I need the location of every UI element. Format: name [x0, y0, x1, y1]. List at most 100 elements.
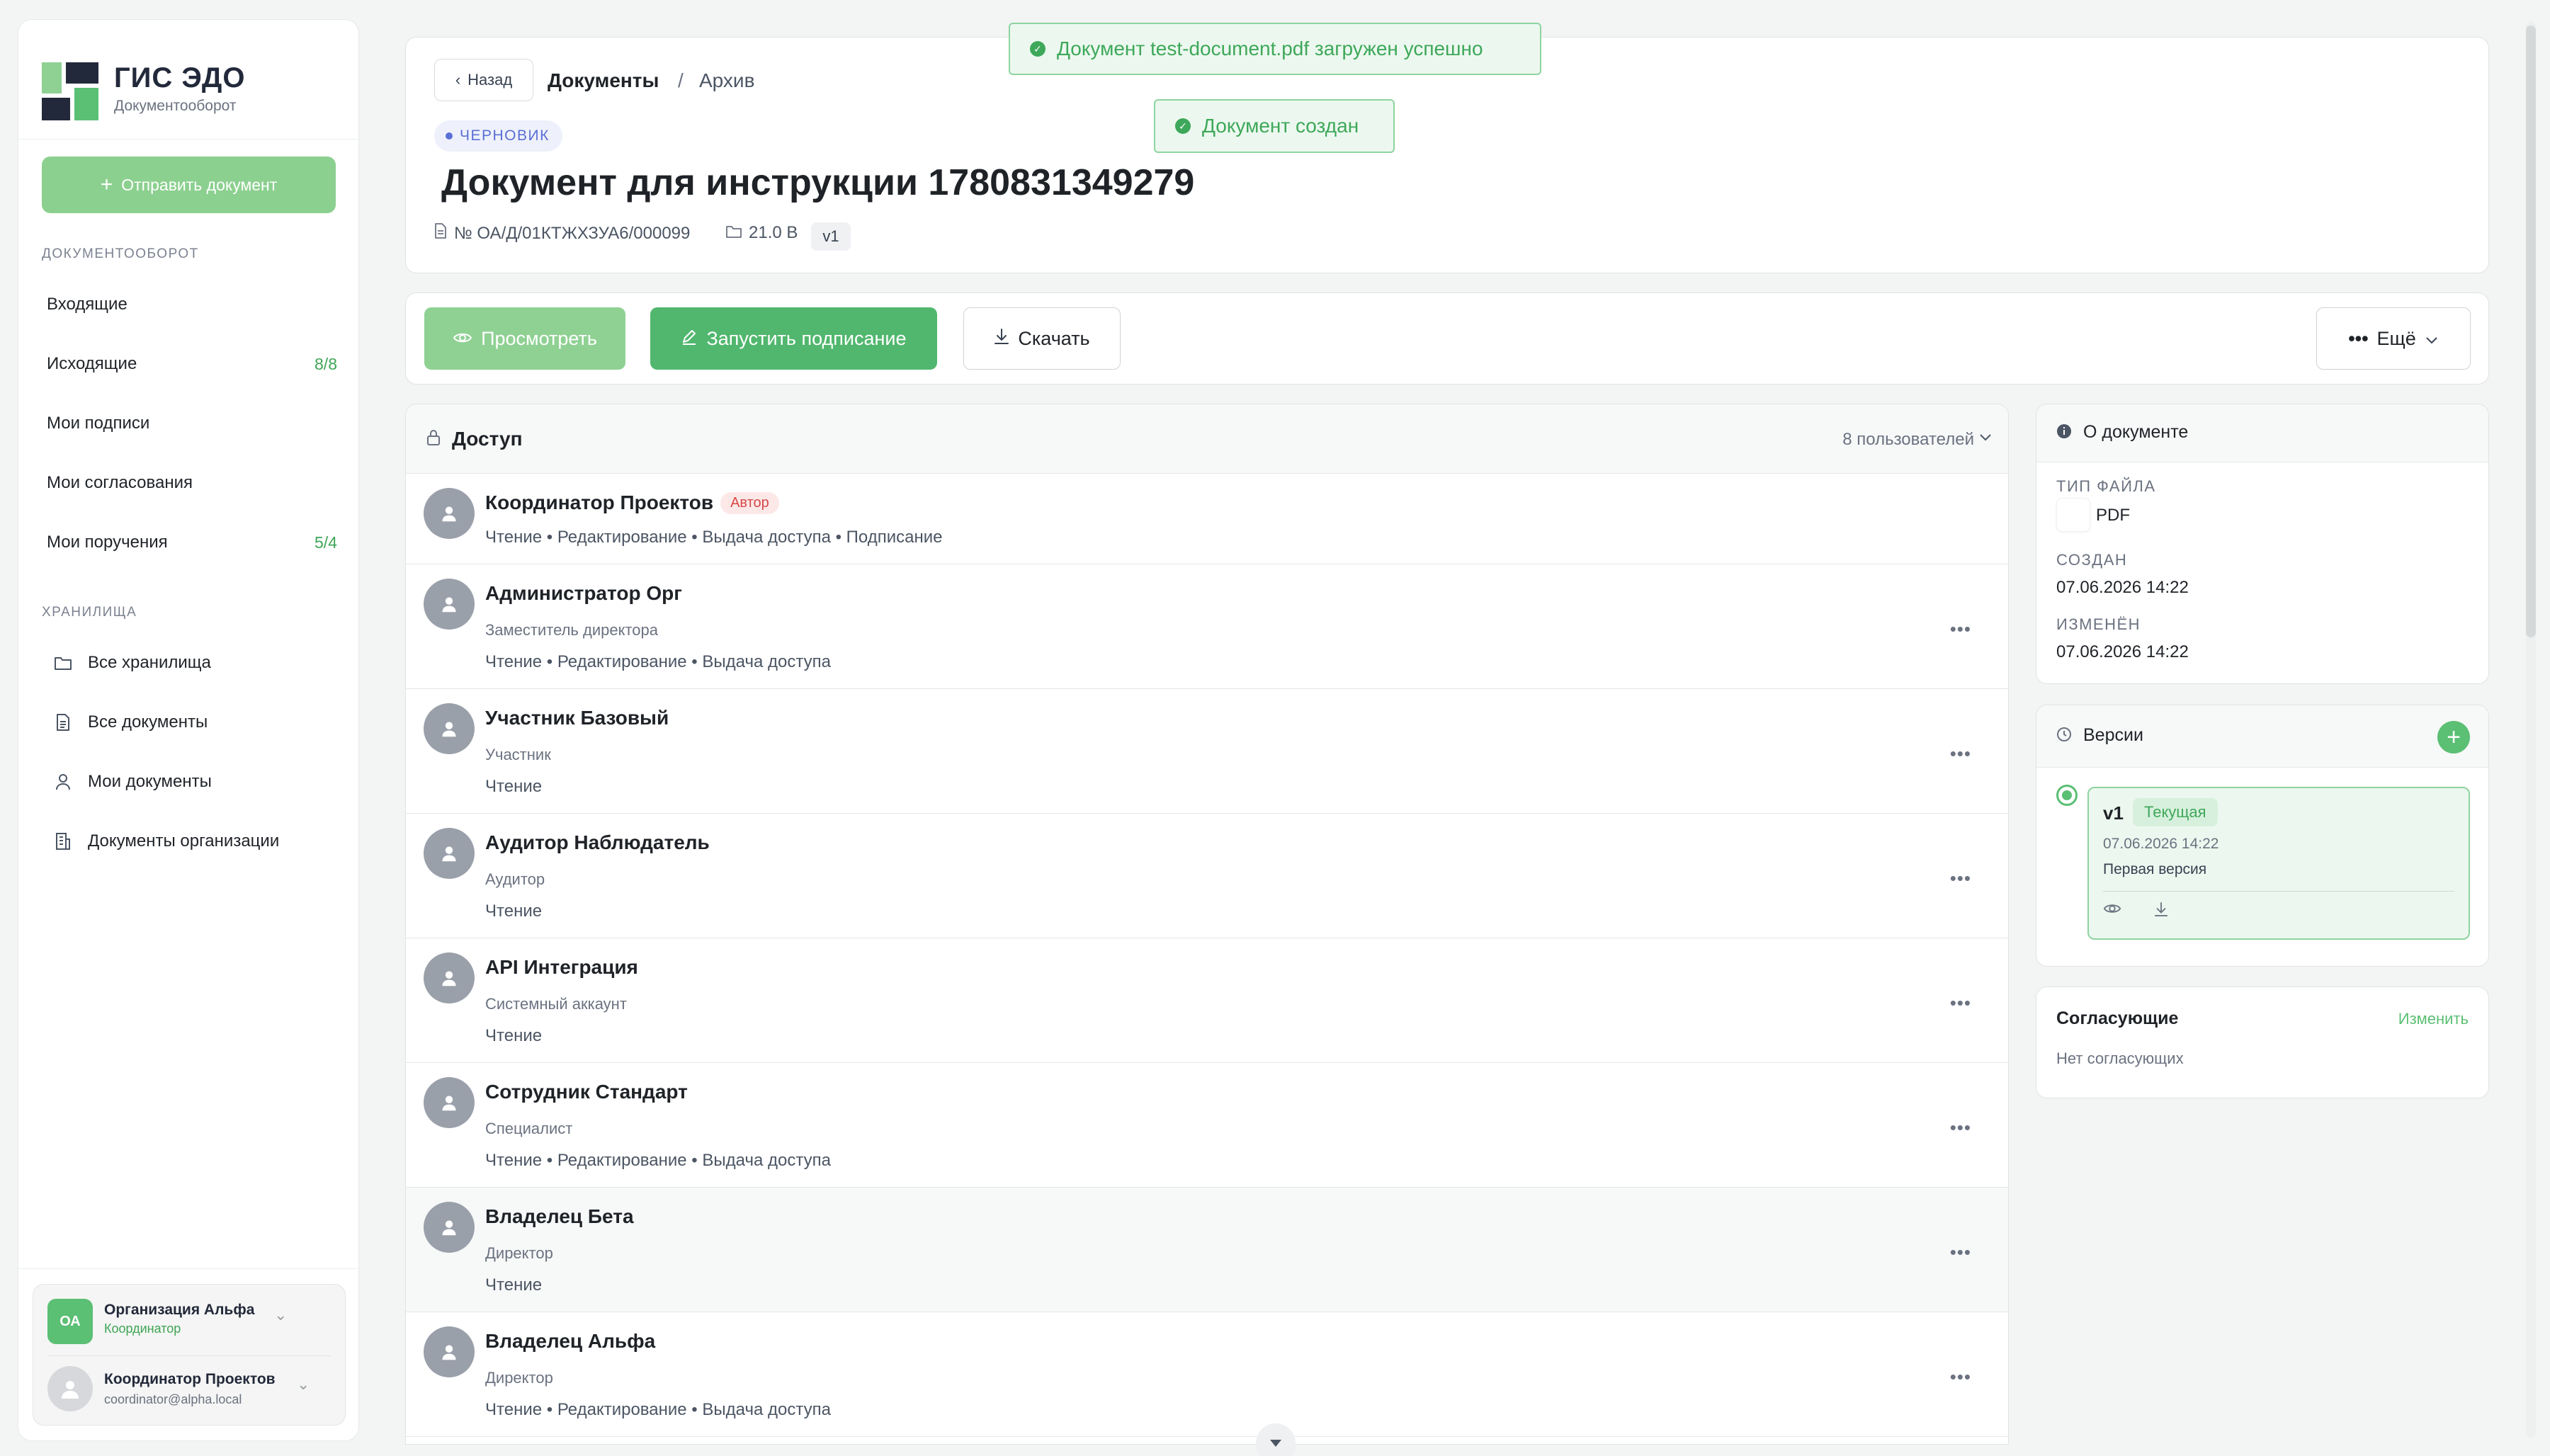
- user-icon: [442, 722, 456, 737]
- edit-approvers-link[interactable]: Изменить: [2398, 1010, 2469, 1028]
- version-card[interactable]: v1 Текущая 07.06.2026 14:22 Первая верси…: [2087, 787, 2470, 940]
- access-user-name: Администратор Орг: [485, 582, 682, 605]
- clock-icon: [2056, 727, 2072, 746]
- download-icon[interactable]: [2154, 902, 2168, 921]
- send-document-label: Отправить документ: [121, 175, 278, 194]
- row-menu-icon[interactable]: •••: [1950, 1117, 1971, 1139]
- brand[interactable]: ГИС ЭДО Документооборот: [42, 41, 339, 120]
- row-menu-icon[interactable]: •••: [1950, 992, 1971, 1014]
- download-button[interactable]: Скачать: [963, 307, 1121, 370]
- breadcrumb-archive[interactable]: Архив: [699, 69, 754, 92]
- sidebar-item-my-approvals[interactable]: Мои согласования: [47, 462, 337, 504]
- user-icon: [442, 1096, 456, 1111]
- sidebar-item-my-documents[interactable]: Мои документы: [52, 761, 343, 803]
- row-menu-icon[interactable]: •••: [1950, 743, 1971, 765]
- versions-header: Версии +: [2036, 705, 2488, 768]
- created-label: СОЗДАН: [2056, 551, 2128, 569]
- version-badge: v1: [811, 222, 851, 251]
- sidebar-item-all-storages[interactable]: Все хранилища: [52, 642, 343, 684]
- sidebar-item-label: Все документы: [88, 712, 208, 732]
- access-user-name: Аудитор Наблюдатель: [485, 831, 710, 854]
- toast-document-created[interactable]: ✓ Документ создан: [1154, 99, 1395, 153]
- chevron-down-icon: ⌄: [297, 1375, 310, 1393]
- access-row[interactable]: Сотрудник Стандарт Специалист Чтение • Ред…: [406, 1063, 2008, 1188]
- pdf-file-icon: [2056, 498, 2090, 532]
- view-button[interactable]: Просмотреть: [424, 307, 625, 370]
- access-user-name-text: Владелец Бета: [485, 1205, 634, 1227]
- sidebar-item-my-tasks[interactable]: Мои поручения 5/4: [47, 521, 337, 564]
- about-title: О документе: [2083, 422, 2189, 442]
- row-menu-icon[interactable]: •••: [1950, 868, 1971, 889]
- row-menu-icon[interactable]: •••: [1950, 1241, 1971, 1263]
- eye-icon[interactable]: [2103, 902, 2121, 919]
- account-panel: ОА Организация Альфа Координатор ⌄ Коорд…: [33, 1284, 346, 1426]
- access-row[interactable]: Аудитор Наблюдатель Аудитор Чтение •••: [406, 814, 2008, 938]
- scrollbar-thumb[interactable]: [2526, 25, 2536, 637]
- access-user-name-text: Администратор Орг: [485, 582, 682, 604]
- access-user-name: Координатор Проектов Автор: [485, 491, 779, 514]
- access-panel: Доступ 8 пользователей Координатор Проек…: [405, 404, 2009, 1445]
- sidebar-item-label: Мои согласования: [47, 473, 193, 492]
- author-badge: Автор: [720, 492, 779, 514]
- breadcrumb-documents[interactable]: Документы: [548, 69, 659, 92]
- row-menu-icon[interactable]: •••: [1950, 1366, 1971, 1388]
- version-radio[interactable]: [2056, 785, 2078, 806]
- access-user-name-text: API Интеграция: [485, 956, 638, 978]
- action-bar: Просмотреть Запустить подписание Скачать…: [405, 292, 2489, 385]
- version-description: Первая версия: [2103, 861, 2207, 877]
- access-header[interactable]: Доступ 8 пользователей: [406, 404, 2008, 474]
- info-icon: [2056, 423, 2072, 443]
- add-version-button[interactable]: +: [2437, 721, 2470, 753]
- more-menu-button[interactable]: ••• Ещё: [2316, 307, 2471, 370]
- access-user-role: Заместитель директора: [485, 621, 658, 639]
- folder-icon: [52, 652, 74, 673]
- file-type-value: PDF: [2096, 506, 2130, 525]
- document-size: 21.0 B: [726, 223, 798, 243]
- access-row[interactable]: Участник Базовый Участник Чтение •••: [406, 689, 2008, 814]
- divider: [18, 139, 358, 140]
- access-row[interactable]: Владелец Бета Директор Чтение •••: [406, 1188, 2008, 1312]
- toast-text: Документ создан: [1202, 115, 1359, 137]
- user-icon: [52, 771, 74, 792]
- chevron-left-icon: ‹: [455, 71, 461, 89]
- eye-icon: [453, 328, 472, 350]
- versions-title: Версии: [2083, 725, 2143, 745]
- sidebar-item-org-documents[interactable]: Документы организации: [52, 820, 343, 863]
- org-name: Организация Альфа: [104, 1302, 255, 1318]
- version-name: v1: [2103, 802, 2124, 824]
- avatar: [424, 1077, 475, 1128]
- access-row[interactable]: Владелец Альфа Директор Чтение • Редактиро…: [406, 1312, 2008, 1437]
- document-size-text: 21.0 B: [749, 223, 798, 242]
- sidebar-item-count: 8/8: [314, 354, 337, 373]
- divider: [47, 1355, 331, 1356]
- access-user-role: Специалист: [485, 1120, 573, 1137]
- send-document-button[interactable]: + Отправить документ: [42, 157, 336, 213]
- back-label: Назад: [468, 71, 513, 89]
- sidebar-item-my-signatures[interactable]: Мои подписи: [47, 402, 337, 445]
- access-user-role: Аудитор: [485, 870, 545, 888]
- sidebar-item-count: 5/4: [314, 533, 337, 552]
- sidebar-item-outgoing[interactable]: Исходящие 8/8: [47, 343, 337, 385]
- sidebar-item-label: Документы организации: [88, 831, 280, 851]
- user-icon: [442, 846, 456, 862]
- document-icon: [52, 712, 74, 733]
- sidebar-item-incoming[interactable]: Входящие: [47, 283, 337, 326]
- created-value: 07.06.2026 14:22: [2056, 578, 2189, 597]
- start-signing-button[interactable]: Запустить подписание: [650, 307, 937, 370]
- access-row[interactable]: Координатор Проектов Автор Чтение • Редакт…: [406, 474, 2008, 564]
- access-row[interactable]: API Интеграция Системный аккаунт Чтение •••: [406, 938, 2008, 1063]
- access-permissions: Чтение • Редактирование • Выдача доступа: [485, 1400, 831, 1419]
- status-label: ЧЕРНОВИК: [460, 127, 550, 144]
- folder-icon: [726, 223, 742, 243]
- toast-upload-success[interactable]: ✓ Документ test-document.pdf загружен ус…: [1009, 23, 1541, 75]
- download-icon: [994, 328, 1009, 350]
- access-row[interactable]: Администратор Орг Заместитель директора Чт…: [406, 564, 2008, 689]
- access-user-name: Владелец Альфа: [485, 1330, 655, 1353]
- back-button[interactable]: ‹ Назад: [434, 59, 533, 101]
- avatar: [424, 703, 475, 754]
- row-menu-icon[interactable]: •••: [1950, 618, 1971, 640]
- download-label: Скачать: [1018, 327, 1090, 349]
- user-email: coordinator@alpha.local: [104, 1392, 242, 1406]
- user-name: Координатор Проектов: [104, 1371, 276, 1387]
- sidebar-item-all-documents[interactable]: Все документы: [52, 701, 343, 744]
